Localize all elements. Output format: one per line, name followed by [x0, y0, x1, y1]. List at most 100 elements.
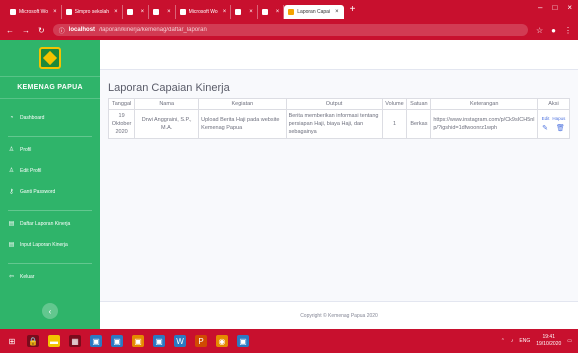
lang-indicator[interactable]: ENG	[519, 338, 530, 344]
address-bar: ← → ↻ ⓘ localhost/laporan/kinerja/kemena…	[0, 20, 578, 40]
cell-tanggal: 19 Oktober 2020	[107, 109, 136, 139]
close-tab-icon[interactable]: ×	[335, 9, 339, 15]
app-icon[interactable]: ▣	[153, 335, 165, 347]
profile-avatar-icon[interactable]: ●	[551, 26, 556, 35]
sidebar-divider	[8, 263, 92, 264]
url-field[interactable]: ⓘ localhost/laporan/kinerja/kemenag/daft…	[52, 24, 528, 36]
hapus-button[interactable]: Hapus	[552, 115, 565, 123]
close-tab-icon[interactable]: ×	[223, 9, 227, 15]
close-tab-icon[interactable]: ×	[141, 9, 145, 15]
window-controls: – □ ×	[538, 3, 572, 12]
cell-aksi: Edit Hapus ✎ 🗑	[536, 109, 571, 139]
sidebar-item-keluar[interactable]: ⇦ Keluar	[0, 268, 100, 285]
sidebar-item-profil[interactable]: ♙ Profil	[0, 141, 100, 158]
browser-tab[interactable]: ×	[231, 5, 258, 19]
sidebar-logo[interactable]	[0, 40, 100, 77]
page-icon	[288, 9, 295, 15]
close-window-icon[interactable]: ×	[567, 3, 572, 12]
content-area: Laporan Capaian Kinerja Tanggal Nama Keg…	[100, 70, 578, 139]
star-icon[interactable]: ☆	[536, 26, 543, 35]
maximize-icon[interactable]: □	[552, 3, 557, 12]
system-tray: ⌃ ♪ ENG 19:41 19/10/2020 ▭	[501, 334, 572, 348]
minimize-icon[interactable]: –	[538, 3, 542, 12]
cell-satuan: Berkas	[406, 109, 432, 139]
sidebar-item-edit-profil[interactable]: ♙ Edit Profil	[0, 162, 100, 179]
app-icon[interactable]: ▣	[90, 335, 102, 347]
page-icon	[126, 9, 133, 15]
browser-tab[interactable]: Microsoft Wo ×	[176, 5, 232, 19]
close-tab-icon[interactable]: ×	[114, 9, 118, 15]
browser-tab[interactable]: Simpro sekolah ×	[62, 5, 123, 19]
close-tab-icon[interactable]: ×	[276, 9, 280, 15]
powerpoint-icon[interactable]: P	[195, 335, 207, 347]
chrome-icon	[65, 9, 72, 15]
page-icon	[261, 9, 268, 15]
trash-icon[interactable]: 🗑	[556, 125, 565, 133]
app-icon[interactable]: ▣	[132, 335, 144, 347]
sidebar-item-input-laporan[interactable]: ▤ Input Laporan Kinerja	[0, 236, 100, 253]
app-icon[interactable]: ▣	[111, 335, 123, 347]
chevron-left-icon: ‹	[48, 306, 52, 316]
edit-button[interactable]: Edit	[542, 115, 550, 123]
col-nama: Nama	[134, 98, 200, 110]
col-satuan: Satuan	[406, 98, 432, 110]
calculator-icon[interactable]: ▦	[69, 335, 81, 347]
cell-keterangan: https://www.instagram.com/p/Ck9sICH5nlp/…	[430, 109, 538, 139]
page-icon	[235, 9, 242, 15]
browser-tab[interactable]: Microsoft Wo ×	[6, 5, 62, 19]
browser-tab-active[interactable]: Laporan Capai ×	[284, 5, 344, 19]
word-icon[interactable]: W	[174, 335, 186, 347]
sidebar-brand[interactable]: KEMENAG PAPUA	[0, 77, 100, 99]
chrome-icon[interactable]: ◉	[216, 335, 228, 347]
table-header-row: Tanggal Nama Kegiatan Output Volume Satu…	[107, 98, 571, 110]
browser-tab[interactable]: ×	[149, 5, 176, 19]
app-icon[interactable]: ▣	[237, 335, 249, 347]
close-tab-icon[interactable]: ×	[167, 9, 171, 15]
cell-kegiatan: Upload Berita Haji pada website Kemenag …	[198, 109, 287, 139]
volume-icon[interactable]: ♪	[511, 338, 514, 344]
sidebar-item-daftar-laporan[interactable]: ▤ Daftar Laporan Kinerja	[0, 215, 100, 232]
back-icon[interactable]: ←	[6, 26, 14, 35]
clock[interactable]: 19:41 19/10/2020	[536, 334, 561, 348]
close-tab-icon[interactable]: ×	[53, 9, 57, 15]
forward-icon[interactable]: →	[22, 26, 30, 35]
col-volume: Volume	[381, 98, 408, 110]
taskbar: ⊞ 🔒 ▬ ▦ ▣ ▣ ▣ ▣ W P ◉ ▣ ⌃ ♪ ENG 19:41 19…	[0, 329, 578, 353]
word-icon	[10, 9, 16, 15]
sidebar-divider	[8, 210, 92, 211]
sidebar-item-ganti-password[interactable]: ⚷ Ganti Password	[0, 183, 100, 200]
new-tab-icon[interactable]: +	[350, 5, 356, 15]
edit-icon[interactable]: ✎	[542, 125, 548, 133]
page-title: Laporan Capaian Kinerja	[108, 82, 230, 94]
word-icon	[179, 9, 186, 15]
col-keterangan: Keterangan	[430, 98, 538, 110]
reload-icon[interactable]: ↻	[38, 26, 45, 35]
key-icon: ⚷	[9, 189, 14, 195]
list-icon: ▤	[8, 221, 15, 227]
col-output: Output	[285, 98, 383, 110]
lock-icon[interactable]: 🔒	[27, 335, 39, 347]
dashboard-icon: ◔	[9, 114, 14, 121]
sidebar-item-dashboard[interactable]: ◔ Dashboard	[0, 109, 100, 126]
close-tab-icon[interactable]: ×	[249, 9, 253, 15]
browser-tab[interactable]: ×	[258, 5, 285, 19]
notification-icon[interactable]: ▭	[567, 338, 572, 344]
edit-profile-icon: ♙	[8, 168, 15, 174]
col-tanggal: Tanggal	[107, 98, 136, 110]
file-explorer-icon[interactable]: ▬	[48, 335, 60, 347]
input-icon: ▤	[8, 242, 15, 248]
kemenag-logo-icon	[39, 47, 61, 69]
cell-output: Berita memberikan informasi tentang pers…	[285, 109, 383, 139]
cell-volume: 1	[381, 109, 408, 139]
page-footer: Copyright © Kemenag Papua 2020	[100, 301, 578, 329]
page-icon	[153, 9, 160, 15]
menu-icon[interactable]: ⋮	[564, 26, 572, 35]
sidebar-toggle-button[interactable]: ‹	[42, 303, 58, 319]
windows-start-icon[interactable]: ⊞	[6, 335, 18, 347]
info-icon: ⓘ	[58, 28, 65, 35]
network-icon[interactable]: ⌃	[501, 338, 505, 344]
main-content: Laporan Capaian Kinerja Tanggal Nama Keg…	[100, 40, 578, 329]
browser-tab[interactable]: ×	[123, 5, 150, 19]
col-kegiatan: Kegiatan	[198, 98, 287, 110]
cell-nama: Drwi Anggraini, S.P., M.A.	[134, 109, 200, 139]
